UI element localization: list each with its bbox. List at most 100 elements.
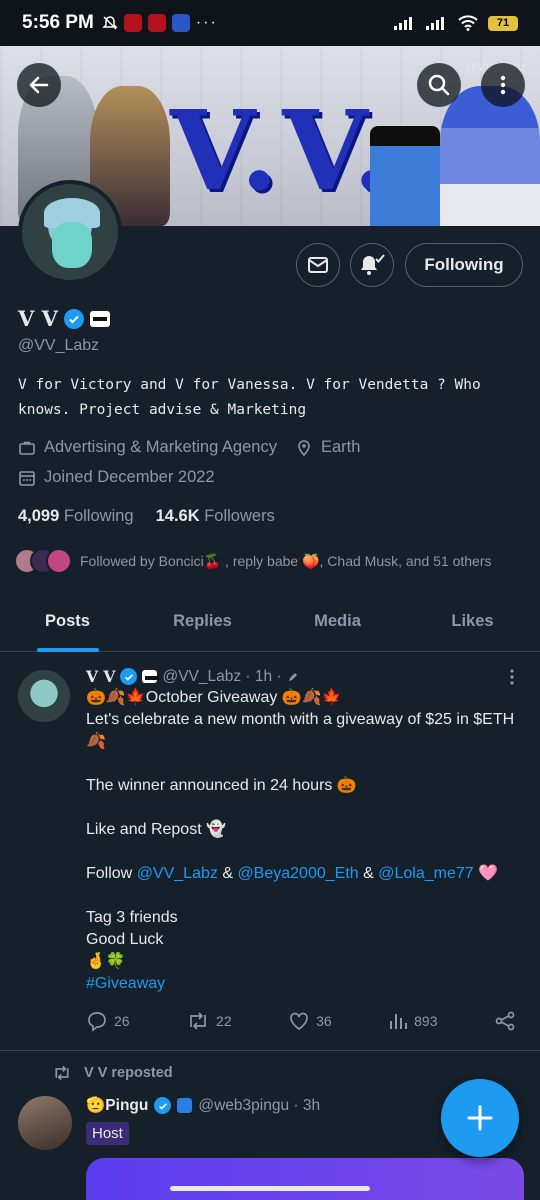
more-options-button[interactable] <box>481 63 525 107</box>
profile-location: Earth <box>320 438 361 456</box>
verified-badge-icon <box>154 1097 172 1114</box>
tab-replies[interactable]: Replies <box>135 596 270 651</box>
calendar-icon <box>19 470 35 486</box>
tweet-spacer <box>86 797 516 819</box>
profile-name-row: V V <box>18 306 110 331</box>
bell-muted-icon <box>102 16 118 30</box>
more-notifications-icon: ··· <box>195 14 218 31</box>
profile-bio: V for Victory and V for Vanessa. V for V… <box>18 377 481 418</box>
bell-check-icon <box>361 254 385 275</box>
reposted-handle-time: @web3pingu · 3h <box>198 1096 321 1114</box>
profile-name: V V <box>18 306 58 331</box>
edited-pencil-icon <box>288 672 297 681</box>
like-button[interactable]: 36 <box>288 1010 332 1032</box>
compose-button[interactable] <box>441 1079 519 1157</box>
tweet-divider <box>0 1050 540 1051</box>
back-button[interactable] <box>17 63 61 107</box>
message-button[interactable] <box>296 243 340 287</box>
profile-handle: @VV_Labz <box>18 337 100 354</box>
analytics-icon <box>390 1014 408 1029</box>
status-time: 5:56 PM <box>22 12 94 33</box>
hashtag-link[interactable]: #Giveaway <box>86 975 165 992</box>
tab-likes[interactable]: Likes <box>405 596 540 651</box>
affiliate-badge-icon <box>177 1098 193 1113</box>
repost-count: 22 <box>216 1013 232 1029</box>
search-button[interactable] <box>417 63 461 107</box>
wifi-icon <box>458 15 478 31</box>
banner-character <box>440 86 540 226</box>
profile-category[interactable]: Advertising & Marketing Agency <box>44 438 277 457</box>
tweet-handle-time: @VV_Labz · 1h · <box>162 667 282 685</box>
followers-count: 14.6K <box>155 507 200 525</box>
reposted-author-avatar[interactable] <box>18 1096 72 1150</box>
tweet-line: Tag 3 friends <box>86 909 178 926</box>
affiliate-badge-icon[interactable] <box>89 310 110 327</box>
battery-indicator: 71 <box>488 15 518 31</box>
signal-icon <box>426 17 444 30</box>
ampersand: & <box>358 865 379 882</box>
reposted-header: 🫡Pingu @web3pingu · 3h <box>86 1096 320 1115</box>
profile-joined: Joined December 2022 <box>44 468 215 486</box>
verified-badge-icon <box>63 308 84 329</box>
repost-indicator[interactable]: V V reposted <box>52 1064 173 1082</box>
following-button[interactable]: Following <box>405 243 523 287</box>
repost-label: V V reposted <box>84 1065 173 1081</box>
ampersand: & <box>217 865 238 882</box>
tweet-line: Let's celebrate a new month with a givea… <box>86 711 515 750</box>
follow-prefix: Follow <box>86 865 137 882</box>
tweet-line: 🎃🍂🍁October Giveaway 🎃🍂🍁 <box>86 689 342 706</box>
reply-icon <box>88 1012 106 1032</box>
views-button[interactable]: 893 <box>388 1010 438 1032</box>
verified-badge-icon <box>120 668 138 685</box>
envelope-icon <box>308 257 328 273</box>
profile-meta-row: Advertising & Marketing Agency Earth <box>18 438 360 457</box>
profile-joined-row: Joined December 2022 <box>18 468 215 487</box>
affiliate-badge-icon <box>142 670 160 683</box>
repost-button[interactable]: 22 <box>186 1010 232 1032</box>
tweet-author-name[interactable]: V V <box>86 667 115 686</box>
share-button[interactable] <box>494 1010 516 1032</box>
followers-stat[interactable]: 14.6K Followers <box>156 507 275 526</box>
avatar-face <box>52 222 92 268</box>
banner-character <box>370 126 440 226</box>
home-indicator[interactable] <box>170 1186 370 1191</box>
banner-logo: V.V. <box>170 86 395 215</box>
mention-link[interactable]: @VV_Labz <box>137 865 218 882</box>
repost-icon <box>55 1065 69 1081</box>
following-stat[interactable]: 4,099 Following <box>18 507 134 526</box>
host-badge: Host <box>86 1122 129 1145</box>
tab-media[interactable]: Media <box>270 596 405 651</box>
tweet-text: 🎃🍂🍁October Giveaway 🎃🍂🍁 Let's celebrate … <box>86 687 516 995</box>
reposted-author-name[interactable]: 🫡Pingu <box>86 1096 148 1115</box>
notifications-button[interactable] <box>350 243 394 287</box>
briefcase-icon <box>19 441 35 455</box>
repost-icon <box>190 1012 206 1030</box>
tweet-line: 🤞🍀 <box>86 953 126 970</box>
signal-icon <box>394 17 412 30</box>
profile-avatar[interactable] <box>18 180 122 284</box>
tweet-actions: 26 22 36 893 <box>86 1010 516 1032</box>
notification-icons: ··· <box>102 14 218 32</box>
space-card[interactable] <box>86 1158 524 1200</box>
heart-emoji: 🩷 <box>473 865 499 882</box>
followed-by-row[interactable]: Followed by Boncici🍒 , reply babe 🍑, Cha… <box>14 548 492 574</box>
app-notification-icon <box>123 14 142 32</box>
status-right: 71 <box>394 15 518 31</box>
app-notification-icon <box>147 14 166 32</box>
followed-by-avatars <box>14 548 72 574</box>
tweet-line: Good Luck <box>86 931 164 948</box>
tab-posts[interactable]: Posts <box>0 596 135 651</box>
tweet-line: The winner announced in 24 hours 🎃 <box>86 777 357 794</box>
tweet-avatar[interactable] <box>18 670 70 722</box>
app-notification-icon <box>171 14 190 32</box>
mention-link[interactable]: @Beya2000_Eth <box>237 865 358 882</box>
views-count: 893 <box>414 1013 438 1029</box>
like-count: 36 <box>316 1013 332 1029</box>
reply-button[interactable]: 26 <box>86 1010 130 1032</box>
tweet-header: V V @VV_Labz · 1h · <box>86 667 299 686</box>
tweet-more-icon[interactable] <box>503 668 521 686</box>
arrow-left-icon <box>29 76 49 94</box>
mention-link[interactable]: @Lola_me77 <box>378 865 473 882</box>
following-count: 4,099 <box>18 507 60 525</box>
followed-by-text: Followed by Boncici🍒 , reply babe 🍑, Cha… <box>80 552 492 569</box>
